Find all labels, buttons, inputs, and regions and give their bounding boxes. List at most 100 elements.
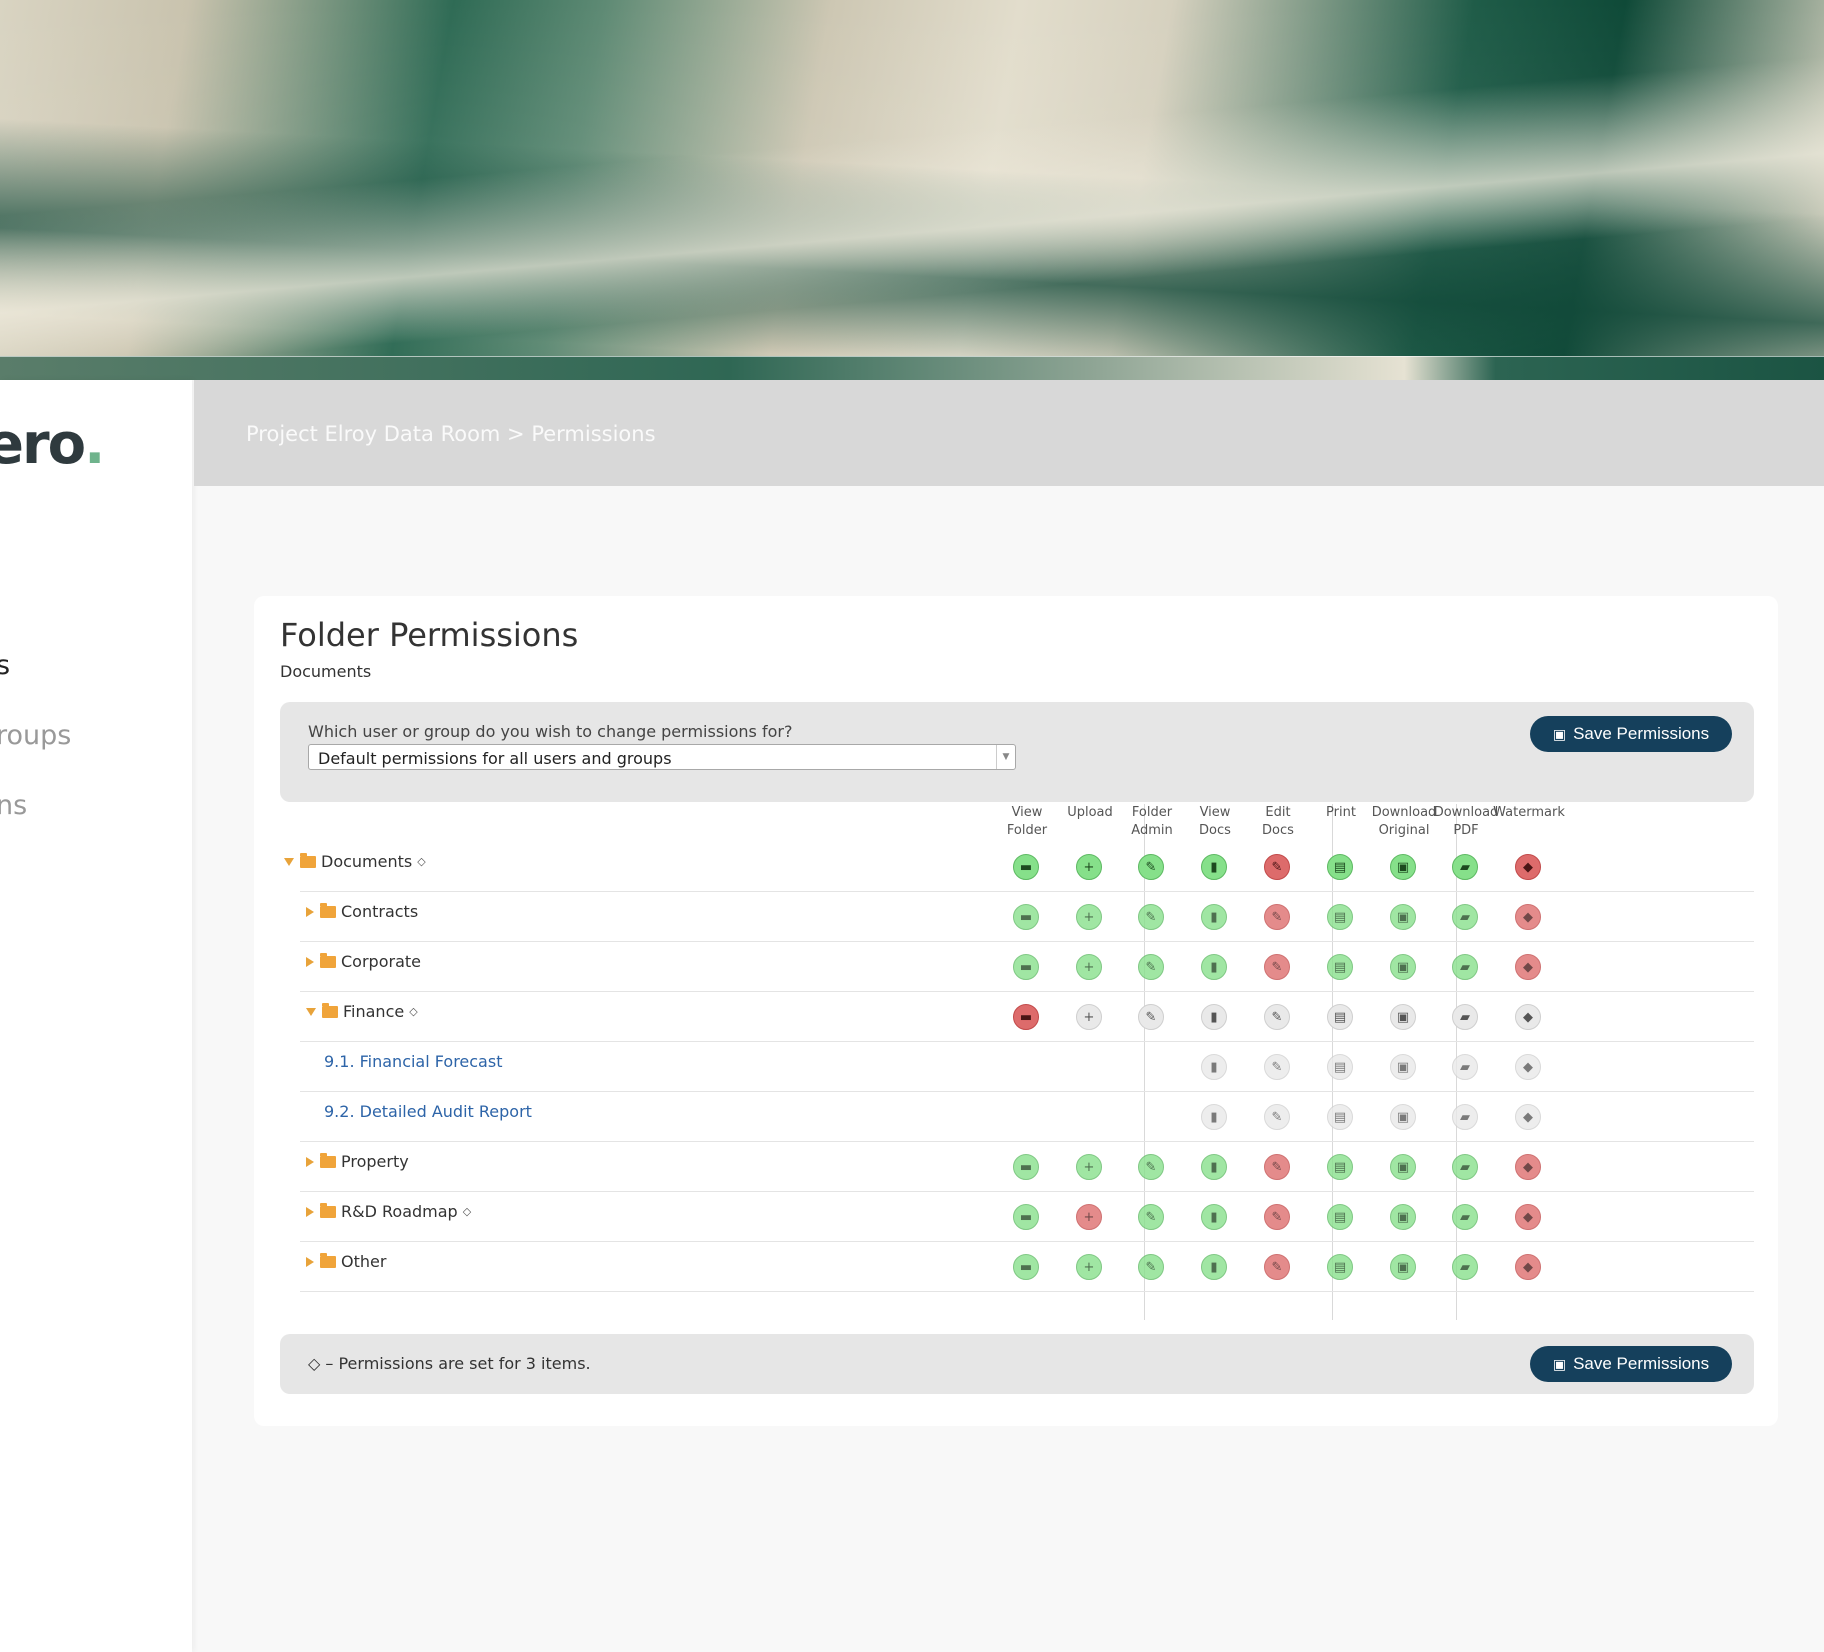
wrench-permission-toggle[interactable]: ✎ bbox=[1138, 954, 1164, 980]
document-link[interactable]: 9.2. Detailed Audit Report bbox=[324, 1102, 532, 1121]
pdf-permission-toggle[interactable]: ▰ bbox=[1452, 1054, 1478, 1080]
sidebar-item-users[interactable]: s bbox=[0, 650, 10, 681]
folder-node[interactable]: Corporate bbox=[306, 952, 421, 971]
folder-node[interactable]: Property bbox=[306, 1152, 409, 1171]
tag-permission-toggle[interactable]: ◆ bbox=[1515, 854, 1541, 880]
file-permission-toggle[interactable]: ▮ bbox=[1201, 954, 1227, 980]
pencil-permission-toggle[interactable]: ✎ bbox=[1264, 1004, 1290, 1030]
floppy-permission-toggle[interactable]: ▣ bbox=[1390, 854, 1416, 880]
floppy-permission-toggle[interactable]: ▣ bbox=[1390, 1004, 1416, 1030]
pdf-permission-toggle[interactable]: ▰ bbox=[1452, 1004, 1478, 1030]
folder-node[interactable]: R&D Roadmap ◇ bbox=[306, 1202, 471, 1221]
brand-logo[interactable]: ero. bbox=[0, 412, 105, 477]
collapse-toggle-icon[interactable] bbox=[306, 1007, 316, 1016]
file-permission-toggle[interactable]: ▮ bbox=[1201, 854, 1227, 880]
print-permission-toggle[interactable]: ▤ bbox=[1327, 904, 1353, 930]
plus-permission-toggle[interactable]: + bbox=[1076, 1204, 1102, 1230]
print-permission-toggle[interactable]: ▤ bbox=[1327, 954, 1353, 980]
floppy-permission-toggle[interactable]: ▣ bbox=[1390, 904, 1416, 930]
tag-permission-toggle[interactable]: ◆ bbox=[1515, 954, 1541, 980]
folder-open-permission-toggle[interactable]: ▬ bbox=[1013, 1254, 1039, 1280]
save-permissions-button-bottom[interactable]: ▣ Save Permissions bbox=[1530, 1346, 1732, 1382]
pdf-permission-toggle[interactable]: ▰ bbox=[1452, 1204, 1478, 1230]
tag-permission-toggle[interactable]: ◆ bbox=[1515, 1004, 1541, 1030]
print-permission-toggle[interactable]: ▤ bbox=[1327, 1154, 1353, 1180]
pencil-permission-toggle[interactable]: ✎ bbox=[1264, 854, 1290, 880]
pencil-permission-toggle[interactable]: ✎ bbox=[1264, 904, 1290, 930]
wrench-permission-toggle[interactable]: ✎ bbox=[1138, 1204, 1164, 1230]
tag-permission-toggle[interactable]: ◆ bbox=[1515, 1104, 1541, 1130]
folder-node[interactable]: Documents ◇ bbox=[284, 852, 426, 871]
floppy-permission-toggle[interactable]: ▣ bbox=[1390, 1104, 1416, 1130]
wrench-permission-toggle[interactable]: ✎ bbox=[1138, 1254, 1164, 1280]
folder-node[interactable]: Finance ◇ bbox=[306, 1002, 418, 1021]
wrench-permission-toggle[interactable]: ✎ bbox=[1138, 854, 1164, 880]
file-permission-toggle[interactable]: ▮ bbox=[1201, 1154, 1227, 1180]
folder-open-permission-toggle[interactable]: ▬ bbox=[1013, 1004, 1039, 1030]
file-permission-toggle[interactable]: ▮ bbox=[1201, 1054, 1227, 1080]
expand-toggle-icon[interactable] bbox=[306, 1156, 314, 1167]
print-permission-toggle[interactable]: ▤ bbox=[1327, 854, 1353, 880]
floppy-permission-toggle[interactable]: ▣ bbox=[1390, 1254, 1416, 1280]
wrench-permission-toggle[interactable]: ✎ bbox=[1138, 1154, 1164, 1180]
plus-permission-toggle[interactable]: + bbox=[1076, 904, 1102, 930]
file-permission-toggle[interactable]: ▮ bbox=[1201, 1004, 1227, 1030]
plus-permission-toggle[interactable]: + bbox=[1076, 854, 1102, 880]
pdf-permission-toggle[interactable]: ▰ bbox=[1452, 1154, 1478, 1180]
plus-permission-toggle[interactable]: + bbox=[1076, 1004, 1102, 1030]
floppy-permission-toggle[interactable]: ▣ bbox=[1390, 1204, 1416, 1230]
plus-permission-toggle[interactable]: + bbox=[1076, 954, 1102, 980]
print-permission-toggle[interactable]: ▤ bbox=[1327, 1004, 1353, 1030]
pencil-permission-toggle[interactable]: ✎ bbox=[1264, 954, 1290, 980]
tag-permission-toggle[interactable]: ◆ bbox=[1515, 1154, 1541, 1180]
pdf-permission-toggle[interactable]: ▰ bbox=[1452, 1254, 1478, 1280]
folder-open-permission-toggle[interactable]: ▬ bbox=[1013, 954, 1039, 980]
chevron-down-icon[interactable]: ▼ bbox=[996, 745, 1015, 769]
file-permission-toggle[interactable]: ▮ bbox=[1201, 904, 1227, 930]
folder-node[interactable]: Contracts bbox=[306, 902, 418, 921]
pencil-permission-toggle[interactable]: ✎ bbox=[1264, 1154, 1290, 1180]
expand-toggle-icon[interactable] bbox=[306, 906, 314, 917]
file-permission-toggle[interactable]: ▮ bbox=[1201, 1204, 1227, 1230]
folder-open-permission-toggle[interactable]: ▬ bbox=[1013, 904, 1039, 930]
print-permission-toggle[interactable]: ▤ bbox=[1327, 1204, 1353, 1230]
folder-open-permission-toggle[interactable]: ▬ bbox=[1013, 854, 1039, 880]
document-link[interactable]: 9.1. Financial Forecast bbox=[324, 1052, 502, 1071]
print-permission-toggle[interactable]: ▤ bbox=[1327, 1054, 1353, 1080]
plus-permission-toggle[interactable]: + bbox=[1076, 1154, 1102, 1180]
floppy-permission-toggle[interactable]: ▣ bbox=[1390, 1054, 1416, 1080]
wrench-permission-toggle[interactable]: ✎ bbox=[1138, 904, 1164, 930]
tag-permission-toggle[interactable]: ◆ bbox=[1515, 1254, 1541, 1280]
pdf-permission-toggle[interactable]: ▰ bbox=[1452, 904, 1478, 930]
pencil-permission-toggle[interactable]: ✎ bbox=[1264, 1054, 1290, 1080]
plus-permission-toggle[interactable]: + bbox=[1076, 1254, 1102, 1280]
expand-toggle-icon[interactable] bbox=[306, 956, 314, 967]
folder-open-permission-toggle[interactable]: ▬ bbox=[1013, 1204, 1039, 1230]
file-permission-toggle[interactable]: ▮ bbox=[1201, 1104, 1227, 1130]
pencil-permission-toggle[interactable]: ✎ bbox=[1264, 1204, 1290, 1230]
pencil-permission-toggle[interactable]: ✎ bbox=[1264, 1104, 1290, 1130]
save-permissions-button-top[interactable]: ▣ Save Permissions bbox=[1530, 716, 1732, 752]
folder-open-permission-toggle[interactable]: ▬ bbox=[1013, 1154, 1039, 1180]
pdf-permission-toggle[interactable]: ▰ bbox=[1452, 954, 1478, 980]
print-permission-toggle[interactable]: ▤ bbox=[1327, 1104, 1353, 1130]
print-permission-toggle[interactable]: ▤ bbox=[1327, 1254, 1353, 1280]
column-header: Folder Admin bbox=[1131, 805, 1173, 838]
pdf-permission-toggle[interactable]: ▰ bbox=[1452, 1104, 1478, 1130]
tag-permission-toggle[interactable]: ◆ bbox=[1515, 904, 1541, 930]
tag-permission-toggle[interactable]: ◆ bbox=[1515, 1054, 1541, 1080]
collapse-toggle-icon[interactable] bbox=[284, 857, 294, 866]
floppy-permission-toggle[interactable]: ▣ bbox=[1390, 1154, 1416, 1180]
sidebar-item-permissions[interactable]: ns bbox=[0, 790, 27, 821]
expand-toggle-icon[interactable] bbox=[306, 1256, 314, 1267]
user-group-select[interactable]: Default permissions for all users and gr… bbox=[308, 744, 1016, 770]
floppy-permission-toggle[interactable]: ▣ bbox=[1390, 954, 1416, 980]
wrench-permission-toggle[interactable]: ✎ bbox=[1138, 1004, 1164, 1030]
file-permission-toggle[interactable]: ▮ bbox=[1201, 1254, 1227, 1280]
tag-permission-toggle[interactable]: ◆ bbox=[1515, 1204, 1541, 1230]
expand-toggle-icon[interactable] bbox=[306, 1206, 314, 1217]
pencil-permission-toggle[interactable]: ✎ bbox=[1264, 1254, 1290, 1280]
pdf-permission-toggle[interactable]: ▰ bbox=[1452, 854, 1478, 880]
sidebar-item-groups[interactable]: roups bbox=[0, 720, 71, 751]
folder-node[interactable]: Other bbox=[306, 1252, 386, 1271]
